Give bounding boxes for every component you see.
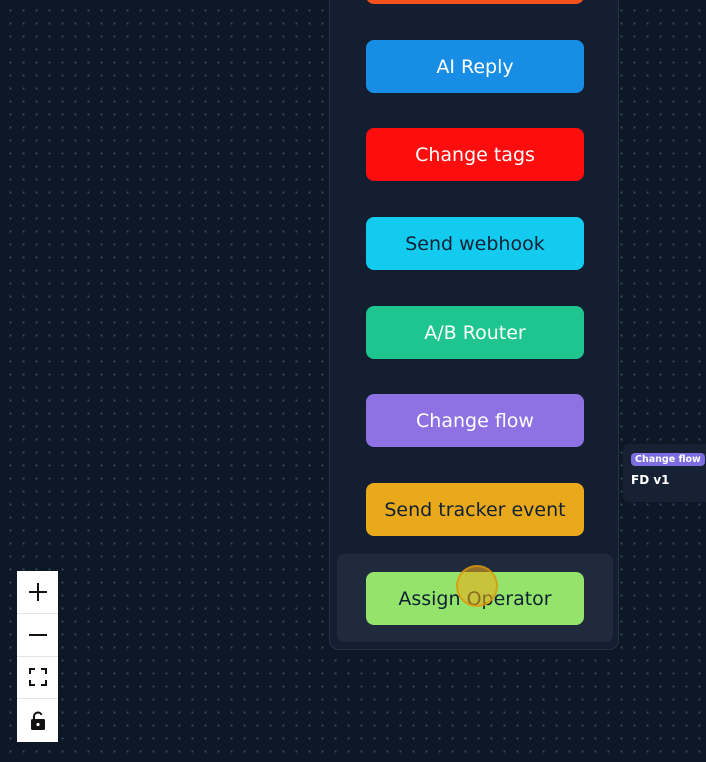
fit-view-icon — [28, 668, 47, 687]
unlock-icon — [30, 711, 45, 730]
fit-view-button[interactable] — [17, 657, 58, 700]
send-tracker-event-button[interactable]: Send tracker event — [366, 483, 584, 536]
lock-toggle-button[interactable] — [17, 699, 58, 742]
ai-reply-button[interactable]: AI Reply — [366, 40, 584, 93]
action-button-partial[interactable] — [366, 0, 584, 4]
ab-router-button[interactable]: A/B Router — [366, 306, 584, 359]
send-webhook-button[interactable]: Send webhook — [366, 217, 584, 270]
node-type-badge: Change flow — [631, 453, 705, 466]
change-flow-button[interactable]: Change flow — [366, 394, 584, 447]
plus-icon — [28, 582, 47, 601]
assign-operator-button[interactable]: Assign Operator — [366, 572, 584, 625]
zoom-controls — [17, 571, 58, 742]
change-tags-button[interactable]: Change tags — [366, 128, 584, 181]
minus-icon — [28, 633, 47, 636]
flow-node[interactable]: Change flow FD v1 — [623, 444, 706, 502]
zoom-out-button[interactable] — [17, 614, 58, 657]
node-title: FD v1 — [631, 473, 670, 487]
zoom-in-button[interactable] — [17, 571, 58, 614]
